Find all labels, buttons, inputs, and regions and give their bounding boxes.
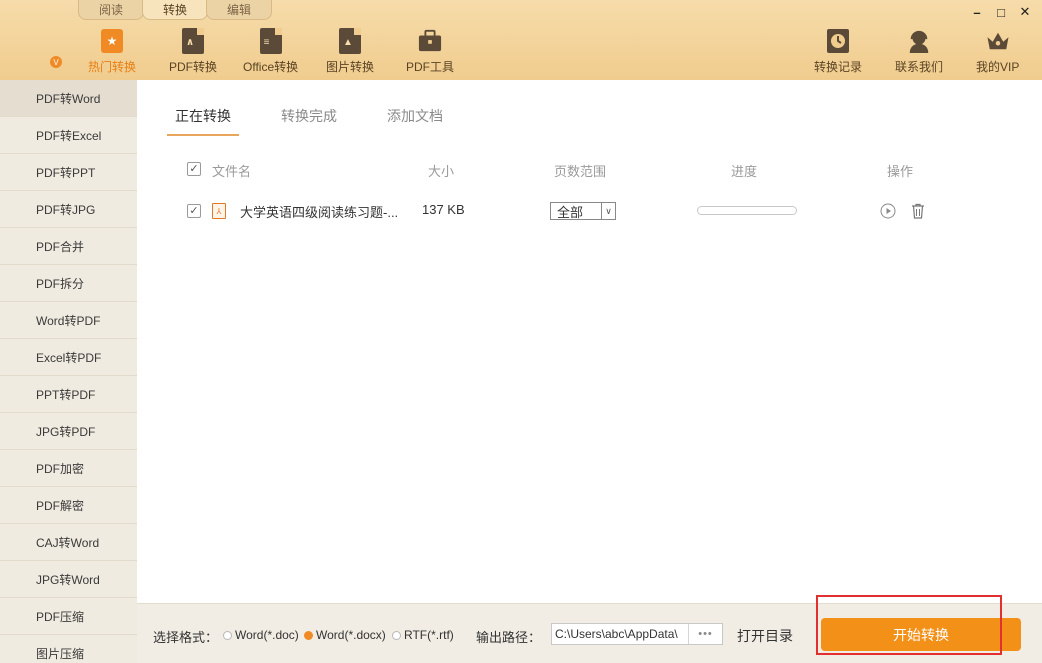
page-range-value: 全部 [557,204,584,220]
play-icon[interactable] [880,203,896,219]
radio-dot [304,630,313,640]
format-option-label: RTF(*.rtf) [404,628,454,642]
sidebar-item-excel-to-pdf[interactable]: Excel转PDF [0,339,137,376]
content-tabs: 正在转换 转换完成 添加文档 [167,106,451,136]
output-path-label: 输出路径： [476,630,542,645]
radio-dot [392,630,401,640]
office-icon: ≡ [259,28,283,54]
header-operations: 操作 [887,164,914,179]
minimize-button[interactable]: – [968,4,986,20]
chevron-down-icon: ∨ [601,203,615,219]
close-button[interactable]: ✕ [1016,4,1034,20]
table-row: ✓ ⅄ 大学英语四级阅读练习题-... 137 KB 全部 ∨ [137,200,1042,222]
sidebar-item-pdf-to-jpg[interactable]: PDF转JPG [0,191,137,228]
output-path-value: C:\Users\abc\AppData\ [555,627,678,641]
toolbar-pdf-convert[interactable]: ∧ PDF转换 [169,28,217,76]
toolbar-vip[interactable]: 我的VIP [976,28,1019,76]
maximize-button[interactable]: □ [992,4,1010,20]
file-size: 137 KB [422,202,465,217]
select-all-checkbox[interactable]: ✓ [187,162,201,176]
format-radio-doc[interactable]: Word(*.doc) [223,628,299,642]
toolbar-label: 图片转换 [326,60,375,74]
sidebar-item-word-to-pdf[interactable]: Word转PDF [0,302,137,339]
sidebar-item-pdf-split[interactable]: PDF拆分 [0,265,137,302]
header-page-range: 页数范围 [554,164,607,179]
toolbar-pdf-tools[interactable]: PDF工具 [406,28,454,76]
header-filename: 文件名 [212,164,252,179]
sidebar-item-pdf-encrypt[interactable]: PDF加密 [0,450,137,487]
top-toolbar: 阅读 转换 编辑 – □ ✕ V ★ 热门转换 ∧ PDF转换 ≡ Office… [0,0,1042,80]
format-option-label: Word(*.doc) [235,628,299,642]
row-checkbox[interactable]: ✓ [187,204,201,218]
toolbox-icon [418,28,442,54]
toolbar-hot-convert[interactable]: ★ 热门转换 [88,28,136,76]
toolbar-label: 我的VIP [976,60,1020,74]
mode-tabs: 阅读 转换 编辑 [78,0,272,20]
toolbar-label: PDF转换 [169,60,218,74]
main-panel: 正在转换 转换完成 添加文档 ✓ 文件名 大小 页数范围 进度 操作 ✓ ⅄ 大… [137,80,1042,603]
toolbar-contact[interactable]: 联系我们 [895,28,943,76]
bottom-bar: 选择格式： Word(*.doc) Word(*.docx) RTF(*.rtf… [137,603,1042,663]
sidebar-item-pdf-merge[interactable]: PDF合并 [0,228,137,265]
headset-icon [907,28,931,54]
file-name: 大学英语四级阅读练习题-... [240,205,399,220]
pdf-file-icon: ⅄ [212,203,226,219]
tab-add-document[interactable]: 添加文档 [379,106,451,136]
mode-tab-convert[interactable]: 转换 [142,0,208,20]
start-convert-button[interactable]: 开始转换 [821,618,1021,651]
table-header: ✓ 文件名 大小 页数范围 进度 操作 [137,160,1042,180]
toolbar-label: 联系我们 [895,60,944,74]
format-label: 选择格式： [153,630,219,645]
toolbar-office-convert[interactable]: ≡ Office转换 [243,28,298,76]
toolbar-label: PDF工具 [406,60,455,74]
tab-converting[interactable]: 正在转换 [167,106,239,136]
toolbar-history[interactable]: 转换记录 [814,28,862,76]
sidebar-item-pdf-compress[interactable]: PDF压缩 [0,598,137,635]
radio-dot [223,630,232,640]
sidebar-item-ppt-to-pdf[interactable]: PPT转PDF [0,376,137,413]
sidebar-item-jpg-to-word[interactable]: JPG转Word [0,561,137,598]
mode-tab-edit[interactable]: 编辑 [206,0,272,20]
pdf-icon: ∧ [181,28,205,54]
sidebar-item-pdf-to-excel[interactable]: PDF转Excel [0,117,137,154]
toolbar-label: Office转换 [243,60,299,74]
sidebar-item-caj-to-word[interactable]: CAJ转Word [0,524,137,561]
browse-button[interactable]: ••• [688,624,722,644]
toolbar-label: 热门转换 [88,60,137,74]
sidebar-item-pdf-to-ppt[interactable]: PDF转PPT [0,154,137,191]
mode-tab-read[interactable]: 阅读 [78,0,144,20]
progress-bar [697,206,797,215]
sidebar: PDF转Word PDF转Excel PDF转PPT PDF转JPG PDF合并… [0,80,137,663]
header-size: 大小 [428,164,455,179]
sidebar-item-pdf-to-word[interactable]: PDF转Word [0,80,137,117]
format-radio-rtf[interactable]: RTF(*.rtf) [392,628,454,642]
page-range-select[interactable]: 全部 ∨ [550,202,616,220]
format-option-label: Word(*.docx) [316,628,386,642]
image-icon: ▲ [338,28,362,54]
sidebar-item-image-compress[interactable]: 图片压缩 [0,635,137,663]
crown-icon [986,28,1010,54]
output-path-field[interactable]: C:\Users\abc\AppData\ ••• [551,623,723,645]
sidebar-item-jpg-to-pdf[interactable]: JPG转PDF [0,413,137,450]
history-icon [826,28,850,54]
toolbar-image-convert[interactable]: ▲ 图片转换 [326,28,374,76]
vip-badge-icon: V [50,56,62,68]
open-directory-link[interactable]: 打开目录 [737,626,793,646]
header-progress: 进度 [731,164,758,179]
toolbar-label: 转换记录 [814,60,863,74]
sidebar-item-pdf-decrypt[interactable]: PDF解密 [0,487,137,524]
format-radio-docx[interactable]: Word(*.docx) [304,628,386,642]
delete-icon[interactable] [910,203,926,219]
window-controls: – □ ✕ [968,4,1034,20]
tab-completed[interactable]: 转换完成 [273,106,345,136]
star-icon: ★ [100,28,124,54]
